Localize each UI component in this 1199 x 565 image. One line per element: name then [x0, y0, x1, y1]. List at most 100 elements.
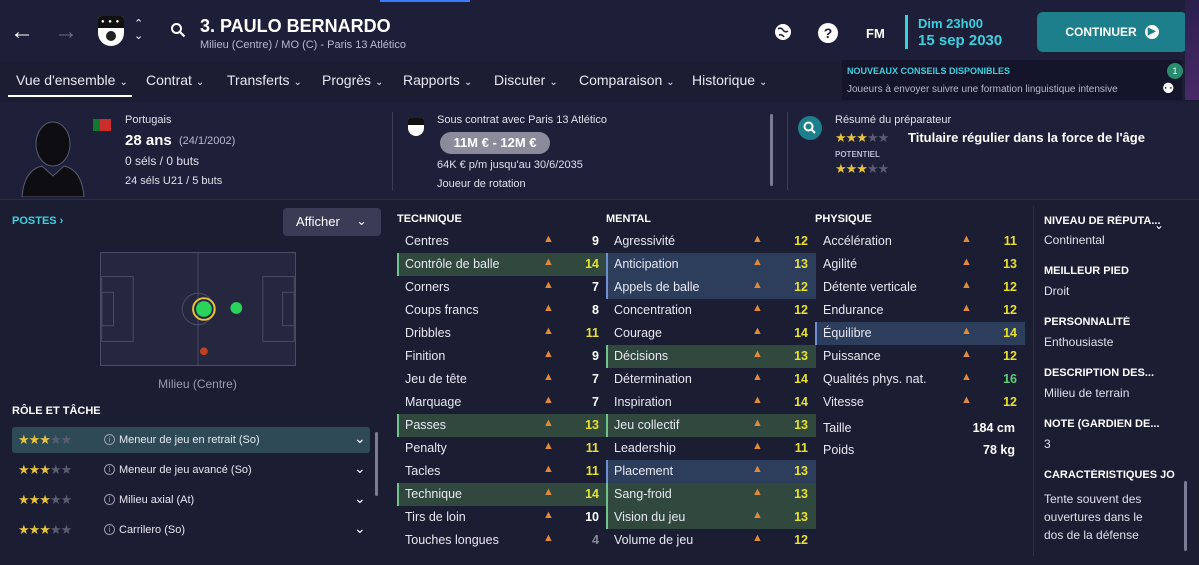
continue-button[interactable]: CONTINUER ▶	[1037, 12, 1187, 52]
club-crest-icon[interactable]: ● ● ●	[98, 16, 124, 46]
player-switch-icon[interactable]: ⌃ ⌄	[134, 18, 143, 42]
attribute-value: 13	[585, 418, 599, 432]
trend-arrow-icon: ▲	[543, 440, 554, 452]
search-icon[interactable]	[170, 22, 186, 38]
attribute-value: 9	[592, 234, 599, 248]
attribute-row[interactable]: Détermination ▲ 14	[606, 368, 816, 391]
scrollbar[interactable]	[1184, 481, 1187, 551]
chevron-down-icon[interactable]: ⌄	[1154, 218, 1164, 232]
player-info-band: Portugais 28 ans (24/1/2002) 0 séls / 0 …	[0, 102, 1199, 200]
attribute-row[interactable]: Coups francs ▲ 8	[397, 299, 607, 322]
chevron-down-icon: ⌄	[375, 77, 384, 88]
tab-overview[interactable]: Vue d'ensemble ⌄	[16, 72, 128, 88]
tab-transfers[interactable]: Transferts ⌄	[227, 72, 302, 88]
attribute-row[interactable]: Placement ▲ 13	[606, 460, 816, 483]
attribute-name: Passes	[405, 418, 446, 432]
chevron-down-icon: ⌄	[293, 77, 302, 88]
attribute-row[interactable]: Sang-froid ▲ 13	[606, 483, 816, 506]
back-arrow-icon[interactable]: ←	[10, 20, 34, 44]
attribute-row[interactable]: Vision du jeu ▲ 13	[606, 506, 816, 529]
attribute-row[interactable]: Agilité ▲ 13	[815, 253, 1025, 276]
scrollbar[interactable]	[770, 114, 773, 186]
description-label: DESCRIPTION DES...	[1044, 367, 1155, 379]
trend-arrow-icon: ▲	[543, 302, 554, 314]
attribute-row[interactable]: Finition ▲ 9	[397, 345, 607, 368]
trend-arrow-icon: ▲	[752, 302, 763, 314]
attribute-row[interactable]: Leadership ▲ 11	[606, 437, 816, 460]
club-crest-small-icon	[408, 118, 424, 136]
attribute-row[interactable]: Tirs de loin ▲ 10	[397, 506, 607, 529]
tab-contract[interactable]: Contrat ⌄	[146, 72, 204, 88]
tab-comparison[interactable]: Comparaison ⌄	[579, 72, 675, 88]
attribute-row[interactable]: Concentration ▲ 12	[606, 299, 816, 322]
attribute-row[interactable]: Agressivité ▲ 12	[606, 230, 816, 253]
tab-discuss[interactable]: Discuter ⌄	[494, 72, 558, 88]
scout-search-icon[interactable]	[798, 116, 822, 140]
attribute-row[interactable]: Corners ▲ 7	[397, 276, 607, 299]
attribute-row[interactable]: Détente verticale ▲ 12	[815, 276, 1025, 299]
attribute-row[interactable]: Endurance ▲ 12	[815, 299, 1025, 322]
attribute-row[interactable]: Accélération ▲ 11	[815, 230, 1025, 253]
trend-arrow-icon: ▲	[752, 233, 763, 245]
trend-arrow-icon: ▲	[961, 279, 972, 291]
attribute-row[interactable]: Touches longues ▲ 4	[397, 529, 607, 552]
show-dropdown[interactable]: Afficher ⌄	[283, 208, 381, 236]
attribute-name: Centres	[405, 234, 449, 248]
attribute-row[interactable]: Jeu de tête ▲ 7	[397, 368, 607, 391]
attribute-name: Technique	[405, 487, 462, 501]
height-label: Taille	[823, 421, 852, 435]
attribute-row[interactable]: Volume de jeu ▲ 12	[606, 529, 816, 552]
attribute-row[interactable]: Vitesse ▲ 12	[815, 391, 1025, 414]
chevron-down-icon: ⌄	[354, 520, 366, 536]
attribute-row[interactable]: Centres ▲ 9	[397, 230, 607, 253]
contract-line: Sous contrat avec Paris 13 Atlético	[437, 114, 607, 126]
technique-title: TECHNIQUE	[397, 213, 462, 225]
trend-arrow-icon: ▲	[752, 417, 763, 429]
attribute-row[interactable]: Marquage ▲ 7	[397, 391, 607, 414]
scrollbar[interactable]	[375, 432, 378, 496]
attribute-row[interactable]: Contrôle de balle ▲ 14	[397, 253, 607, 276]
forward-arrow-icon[interactable]: →	[54, 20, 78, 44]
attribute-row[interactable]: Jeu collectif ▲ 13	[606, 414, 816, 437]
attribute-row[interactable]: Appels de balle ▲ 12	[606, 276, 816, 299]
advice-notification[interactable]: NOUVEAUX CONSEILS DISPONIBLES Joueurs à …	[842, 60, 1183, 100]
attribute-name: Jeu collectif	[614, 418, 680, 432]
attribute-name: Marquage	[405, 395, 462, 409]
role-stars: ★★★★★	[18, 492, 72, 507]
trend-arrow-icon: ▲	[752, 532, 763, 544]
trend-arrow-icon: ▲	[752, 348, 763, 360]
attribute-row[interactable]: Technique ▲ 14	[397, 483, 607, 506]
attribute-row[interactable]: Puissance ▲ 12	[815, 345, 1025, 368]
attribute-row[interactable]: Inspiration ▲ 14	[606, 391, 816, 414]
fm-menu-icon[interactable]: FM	[866, 26, 885, 41]
role-row[interactable]: ★★★★★ i Carrilero (So) ⌄	[12, 517, 370, 543]
globe-icon[interactable]	[773, 22, 793, 42]
tab-progress[interactable]: Progrès ⌄	[322, 72, 383, 88]
positions-link[interactable]: POSTES ›	[12, 215, 63, 227]
attribute-row[interactable]: Anticipation ▲ 13	[606, 253, 816, 276]
trend-arrow-icon: ▲	[543, 233, 554, 245]
tab-reports[interactable]: Rapports ⌄	[403, 72, 472, 88]
tab-history[interactable]: Historique ⌄	[692, 72, 767, 88]
attribute-name: Puissance	[823, 349, 881, 363]
attribute-row[interactable]: Penalty ▲ 11	[397, 437, 607, 460]
attribute-row[interactable]: Courage ▲ 14	[606, 322, 816, 345]
role-row[interactable]: ★★★★★ i Milieu axial (At) ⌄	[12, 487, 370, 513]
attribute-row[interactable]: Décisions ▲ 13	[606, 345, 816, 368]
help-icon[interactable]: ?	[818, 23, 838, 43]
role-row[interactable]: ★★★★★ i Meneur de jeu avancé (So) ⌄	[12, 457, 370, 483]
attribute-row[interactable]: Équilibre ▲ 14	[815, 322, 1025, 345]
attribute-row[interactable]: Dribbles ▲ 11	[397, 322, 607, 345]
divider	[787, 112, 788, 190]
trend-arrow-icon: ▲	[961, 233, 972, 245]
trend-arrow-icon: ▲	[543, 256, 554, 268]
role-row[interactable]: ★★★★★ i Meneur de jeu en retrait (So) ⌄	[12, 427, 370, 453]
trend-arrow-icon: ▲	[961, 302, 972, 314]
trend-arrow-icon: ▲	[543, 371, 554, 383]
attribute-row[interactable]: Qualités phys. nat. ▲ 16	[815, 368, 1025, 391]
continue-label: CONTINUER	[1065, 25, 1137, 39]
info-icon: i	[104, 494, 115, 505]
chevron-down-icon: ⌄	[356, 213, 367, 228]
attribute-row[interactable]: Tacles ▲ 11	[397, 460, 607, 483]
attribute-row[interactable]: Passes ▲ 13	[397, 414, 607, 437]
